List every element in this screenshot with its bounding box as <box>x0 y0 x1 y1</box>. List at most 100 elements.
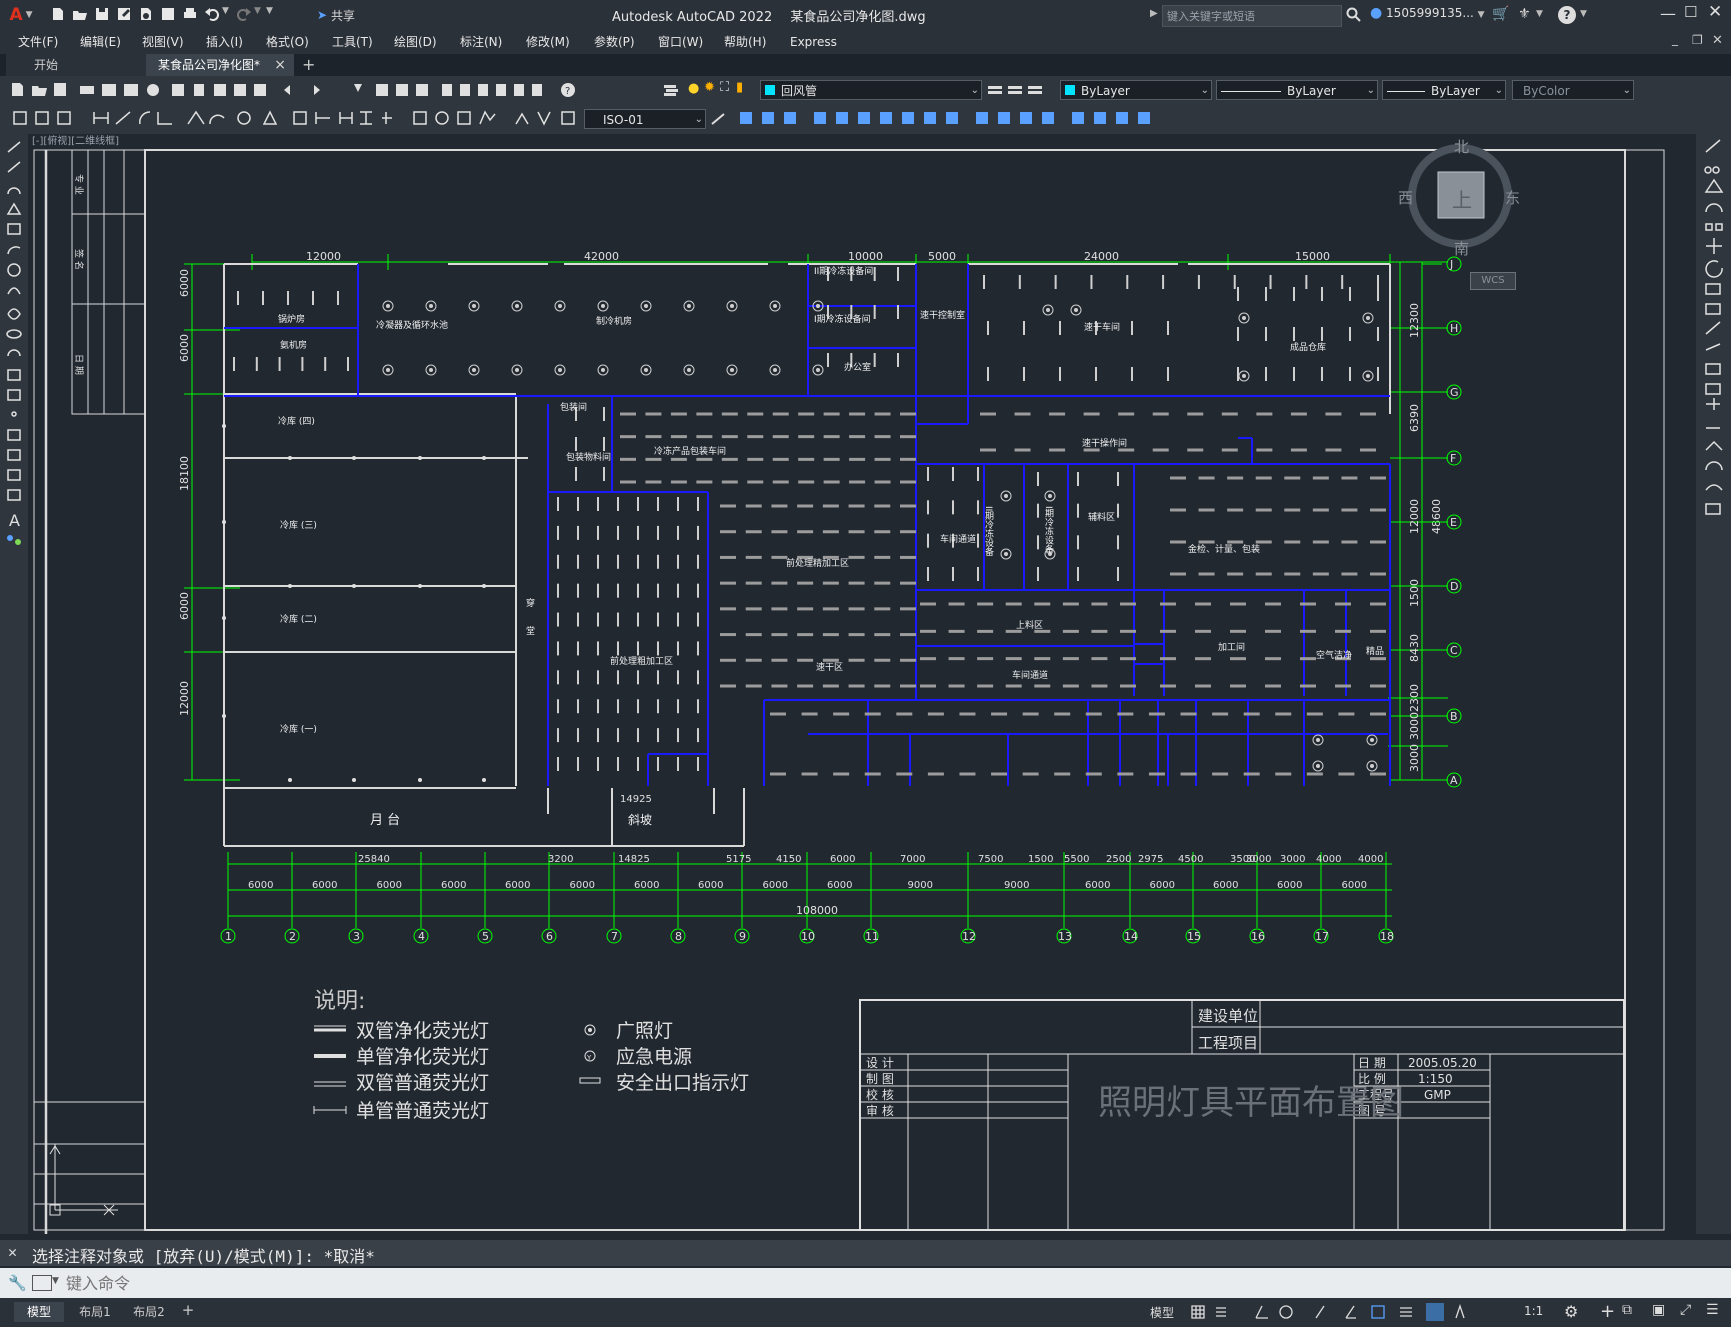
model-space-button[interactable]: 模型 <box>1150 1304 1174 1321</box>
lock-icon[interactable]: ▮ <box>736 80 743 95</box>
command-close-icon[interactable]: ✕ <box>8 1243 17 1261</box>
a360-dropdown-icon[interactable]: ▼ <box>1536 9 1543 19</box>
undo-icon[interactable] <box>204 6 222 24</box>
right-dimension: 3000 <box>1408 744 1421 772</box>
menu-express[interactable]: Express <box>790 30 837 54</box>
menu-draw[interactable]: 绘图(D) <box>394 30 437 54</box>
redo-icon[interactable] <box>236 6 254 24</box>
modify-tools-icons[interactable] <box>1696 134 1731 554</box>
save-as-icon[interactable] <box>116 6 134 24</box>
add-layout-button[interactable]: + <box>178 1301 198 1321</box>
status-bar: 模型 布局1 布局2 + 模型 1:1 ⚙ + ⧉ ▣ ⤢ ☰ <box>0 1298 1731 1327</box>
compass-east[interactable]: 东 <box>1505 187 1520 208</box>
layer-dropdown[interactable]: 回风管 ⌄ <box>760 80 982 100</box>
top-dimension: 5000 <box>928 250 956 263</box>
dimstyle-dropdown[interactable]: ISO-01 ⌄ <box>584 109 706 129</box>
menu-help[interactable]: 帮助(H) <box>724 30 766 54</box>
close-window-icon[interactable]: ✕ <box>1708 2 1722 22</box>
doc-restore-icon[interactable]: ❐ <box>1692 33 1703 47</box>
print-icon[interactable] <box>182 6 200 24</box>
share-button[interactable]: ➤ 共享 <box>310 4 362 26</box>
app-menu-button[interactable]: A ▼ <box>4 3 38 27</box>
command-input[interactable] <box>64 1271 1668 1295</box>
fullscreen-icon[interactable]: ⤢ <box>1680 1302 1691 1318</box>
doc-minimize-icon[interactable]: _ <box>1672 32 1678 46</box>
make-current-layer-icon[interactable] <box>986 81 1004 99</box>
undo-dropdown-icon[interactable]: ▼ <box>222 6 232 24</box>
dimstyle-manager-icon[interactable] <box>710 110 728 128</box>
menu-modify[interactable]: 修改(M) <box>526 30 570 54</box>
menu-format[interactable]: 格式(O) <box>266 30 309 54</box>
menu-parametric[interactable]: 参数(P) <box>594 30 635 54</box>
col-axis-label: 12 <box>962 930 976 943</box>
bulb-icon[interactable]: ● <box>688 81 699 96</box>
bottom-dimension-2: 6000 <box>248 880 273 891</box>
plotstyle-dropdown[interactable]: ByColor ⌄ <box>1512 80 1634 100</box>
tab-start[interactable]: 开始 <box>6 54 146 76</box>
new-file-icon[interactable] <box>50 6 68 24</box>
wcs-menu[interactable]: WCS <box>1470 272 1516 290</box>
menu-insert[interactable]: 插入(I) <box>206 30 243 54</box>
viewcube-top-face[interactable]: 上 <box>1452 184 1472 213</box>
command-wrench-icon[interactable]: 🔧 <box>8 1274 27 1292</box>
workspace-gear-icon[interactable]: ⚙ <box>1564 1302 1578 1321</box>
tab-close-icon[interactable]: × <box>274 54 286 76</box>
cart-icon[interactable]: 🛒 <box>1492 6 1509 22</box>
sun-icon[interactable]: ✹ <box>704 80 715 95</box>
new-tab-button[interactable]: + <box>302 55 315 74</box>
dimension-toolbar-icons[interactable] <box>10 104 582 134</box>
layout-tab-model[interactable]: 模型 <box>14 1302 64 1322</box>
help-search-input[interactable]: 键入关键字或短语 <box>1162 5 1342 27</box>
compass-west[interactable]: 西 <box>1398 187 1413 208</box>
modify-toolbar-icons[interactable] <box>736 104 1226 134</box>
tab-drawing-active[interactable]: 某食品公司净化图* × <box>146 54 294 76</box>
a360-icon[interactable]: ⚜ <box>1518 6 1531 22</box>
command-prompt-icon[interactable] <box>32 1275 52 1291</box>
search-expand-icon[interactable]: ▶ <box>1150 8 1158 19</box>
lineweight-dropdown[interactable]: ByLayer ⌄ <box>1382 80 1506 100</box>
save-web-icon[interactable] <box>160 6 178 24</box>
maximize-icon[interactable]: ☐ <box>1684 3 1697 21</box>
bottom-dimension-1: 2500 <box>1106 854 1131 865</box>
linetype-dropdown[interactable]: ByLayer ⌄ <box>1216 80 1378 100</box>
draw-tools-icons[interactable]: A <box>0 134 28 594</box>
layer-previous-icon[interactable] <box>1006 81 1024 99</box>
command-dropdown-icon[interactable]: ▼ <box>52 1276 59 1286</box>
viewcube[interactable]: 北 南 东 西 上 WCS <box>1396 136 1526 296</box>
freeze-icon[interactable]: ⛶ <box>720 80 729 95</box>
menu-view[interactable]: 视图(V) <box>142 30 184 54</box>
menu-window[interactable]: 窗口(W) <box>658 30 703 54</box>
layout-tab-2[interactable]: 布局2 <box>124 1302 174 1322</box>
drawing-canvas[interactable]: [-][俯视][二维线框] 12000 42000 10000 5000 240… <box>28 134 1696 1234</box>
open-web-icon[interactable] <box>138 6 156 24</box>
doc-close-icon[interactable]: ✕ <box>1712 33 1723 48</box>
annotation-scale[interactable]: 1:1 <box>1524 1304 1543 1318</box>
menu-dimension[interactable]: 标注(N) <box>460 30 502 54</box>
draw-dimension-toolbar: ISO-01 ⌄ <box>0 104 1731 134</box>
save-icon[interactable] <box>94 6 112 24</box>
layer-properties-icon[interactable] <box>662 81 680 99</box>
layer-state-icon[interactable] <box>1026 81 1044 99</box>
menu-tools[interactable]: 工具(T) <box>332 30 373 54</box>
color-dropdown[interactable]: ByLayer ⌄ <box>1060 80 1212 100</box>
customize-qat-icon[interactable]: ▼ <box>266 6 276 24</box>
row-axis-label: A <box>1450 774 1458 787</box>
standard-toolbar-icons[interactable]: ? <box>8 76 688 104</box>
layout-tab-1[interactable]: 布局1 <box>70 1302 120 1322</box>
open-file-icon[interactable] <box>72 6 90 24</box>
hardware-accel-icon[interactable]: ▣ <box>1652 1302 1665 1318</box>
plus-icon[interactable]: + <box>1600 1301 1615 1322</box>
minimize-icon[interactable]: — <box>1660 4 1676 23</box>
customize-menu-icon[interactable]: ☰ <box>1706 1302 1719 1318</box>
help-icon[interactable]: ? <box>1558 6 1576 24</box>
search-icon[interactable] <box>1346 7 1364 25</box>
user-account[interactable]: ● 1505999135... ▼ <box>1370 5 1485 25</box>
compass-south[interactable]: 南 <box>1454 238 1469 259</box>
compass-north[interactable]: 北 <box>1454 136 1469 157</box>
menu-file[interactable]: 文件(F) <box>18 30 58 54</box>
menu-edit[interactable]: 编辑(E) <box>80 30 121 54</box>
help-dropdown-icon[interactable]: ▼ <box>1580 9 1587 19</box>
redo-dropdown-icon[interactable]: ▼ <box>254 6 264 24</box>
fixture-dot <box>418 584 422 588</box>
isolate-objects-icon[interactable]: ⧉ <box>1622 1302 1632 1318</box>
